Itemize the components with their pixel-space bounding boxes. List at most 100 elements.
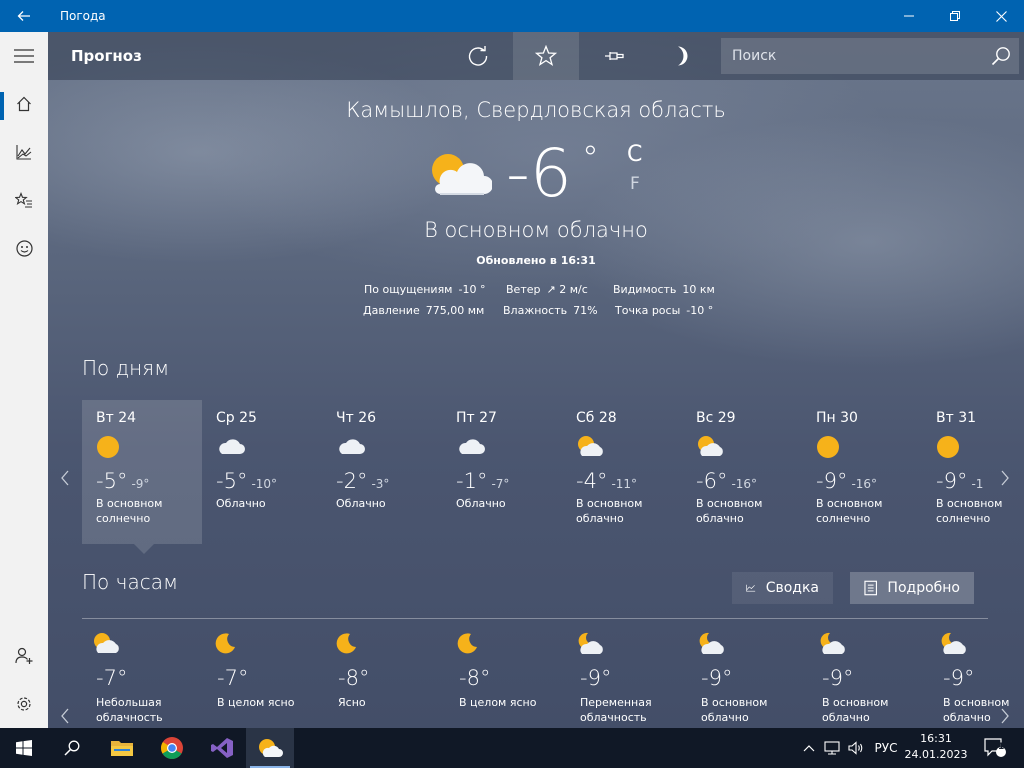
detail-label: Видимость [613,283,677,296]
sun-cloud-icon [576,435,682,459]
search-button[interactable] [983,38,1019,74]
detail-dew-point: Точка росы -10 ° [615,304,713,317]
day-card[interactable]: Ср 25 -5° -10° Облачно [202,400,322,544]
nav-item-maps[interactable] [0,128,48,176]
hour-card[interactable]: -9° В основном облачно [810,632,928,725]
theme-button[interactable] [648,32,714,80]
hour-condition: В основном облачно [701,696,768,724]
hour-temperature: -9° [701,666,733,690]
nav-item-favorites[interactable] [0,176,48,224]
details-view-button[interactable]: Подробно [850,572,974,604]
day-high: -1° [456,469,488,493]
hour-card[interactable]: -7° В целом ясно [205,632,323,710]
day-name: Пн 30 [816,410,858,426]
celsius-toggle[interactable]: C [627,142,642,167]
taskbar-file-explorer[interactable] [98,728,146,768]
hour-card[interactable]: -9° В основном облачно [931,632,1024,725]
pin-icon [605,52,624,60]
day-temperatures: -5° -10° [216,469,322,493]
hour-condition: Переменная облачность [580,696,652,724]
day-low: -11° [611,477,638,491]
day-card[interactable]: Пн 30 -9° -16° В основном солнечно [802,400,922,544]
day-low: -16° [731,477,758,491]
day-condition: Облачно [456,497,506,510]
notification-count: 1 [998,742,1005,752]
summary-label: Сводка [765,580,819,596]
close-icon [995,10,1007,22]
moon-icon [678,46,688,66]
action-center-button[interactable]: 1 [978,728,1012,768]
hourly-prev-arrow[interactable] [60,708,70,728]
hour-card[interactable]: -8° В целом ясно [447,632,565,710]
close-button[interactable] [978,0,1024,32]
detail-visibility: Видимость 10 км [613,283,715,296]
nav-item-forecast[interactable] [0,80,48,128]
nav-item-settings[interactable] [0,680,48,728]
nav-item-account[interactable] [0,632,48,680]
hour-card[interactable]: -7° Небольшая облачность [84,632,202,725]
day-card[interactable]: Чт 26 -2° -3° Облачно [322,400,442,544]
summary-view-button[interactable]: Сводка [732,572,833,604]
taskbar-visual-studio[interactable] [198,728,246,768]
taskbar-search-button[interactable] [48,728,96,768]
taskbar-weather[interactable] [246,728,294,768]
day-low: -7° [491,477,510,491]
back-button[interactable] [0,0,48,32]
day-high: -6° [696,469,728,493]
hour-condition: В основном облачно [822,696,889,724]
chevron-left-icon [61,708,69,724]
day-low: -3° [371,477,390,491]
day-temperatures: -5° -9° [96,469,202,493]
day-card[interactable]: Сб 28 -4° -11° В основном облачно [562,400,682,544]
daily-prev-arrow[interactable] [60,470,70,490]
restore-button[interactable] [932,0,978,32]
command-bar: Прогноз [48,32,1024,80]
taskbar-chrome[interactable] [148,728,196,768]
hour-card[interactable]: -8° Ясно [326,632,444,710]
day-name: Сб 28 [576,410,617,426]
network-icon [824,741,840,755]
hour-temperature: -7° [96,666,128,690]
hamburger-button[interactable] [0,32,48,80]
refresh-button[interactable] [445,32,511,80]
taskbar: РУС 16:31 24.01.2023 1 [0,728,1024,768]
hour-card[interactable]: -9° Переменная облачность [568,632,686,725]
day-name: Пт 27 [456,410,497,426]
detail-wind: Ветер ↗ 2 м/с [506,283,588,296]
day-temperatures: -9° -1 [936,469,1024,493]
pin-button[interactable] [581,32,647,80]
day-card[interactable]: Вс 29 -6° -16° В основном облачно [682,400,802,544]
visual-studio-icon [211,738,233,758]
chart-icon [16,145,32,160]
detail-value: 775,00 мм [425,304,485,317]
clock-date: 24.01.2023 [904,748,968,761]
moon-icon [334,632,444,656]
hour-temperature: -9° [580,666,612,690]
daily-section-title: По дням [82,356,170,380]
fahrenheit-toggle[interactable]: F [630,174,640,194]
search-input[interactable] [721,48,983,64]
system-clock[interactable]: 16:31 24.01.2023 [900,731,972,763]
day-high: -4° [576,469,608,493]
add-favorite-button[interactable] [513,32,579,80]
details-label: Подробно [887,580,960,596]
hour-card[interactable]: -9° В основном облачно [689,632,807,725]
day-high: -9° [936,469,968,493]
folder-icon [111,741,133,756]
show-hidden-icons-button[interactable] [798,728,820,768]
nav-item-feedback[interactable] [0,224,48,272]
input-language-indicator[interactable]: РУС [868,728,904,768]
day-temperatures: -9° -16° [816,469,922,493]
start-button[interactable] [0,728,48,768]
network-button[interactable] [820,728,844,768]
day-name: Чт 26 [336,410,377,426]
volume-button[interactable] [844,728,868,768]
detail-label: Давление [363,304,420,317]
day-condition: В основном солнечно [96,497,163,525]
minimize-button[interactable] [886,0,932,32]
moon-icon [213,632,323,656]
day-card[interactable]: Пт 27 -1° -7° Облачно [442,400,562,544]
day-card[interactable]: Вт 31 -9° -1 В основном солнечно [922,400,1024,544]
day-card[interactable]: Вт 24 -5° -9° В основном солнечно [82,400,202,544]
partly-cloudy-icon [432,154,492,195]
